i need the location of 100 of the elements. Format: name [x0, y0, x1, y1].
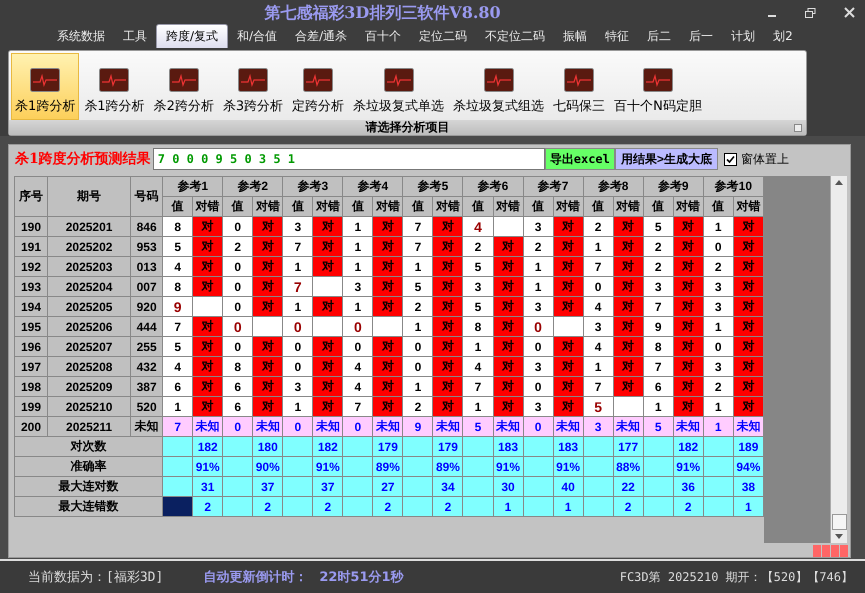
column-header: 对错 [432, 196, 463, 216]
table-cell: 对 [252, 376, 283, 396]
menu-tab[interactable]: 后二 [638, 25, 680, 48]
table-cell: 2 [613, 496, 644, 516]
checkbox[interactable] [724, 152, 737, 166]
table-cell: 2 [372, 496, 403, 516]
table-cell: 5 [462, 256, 493, 276]
table-cell: 8 [222, 356, 253, 376]
table-cell: 0 [222, 416, 253, 436]
table-cell: 1 [282, 296, 313, 316]
export-excel-button[interactable]: 导出excel [544, 148, 615, 170]
expand-icon[interactable] [794, 124, 802, 132]
table-cell: 182 [312, 436, 343, 456]
result-field[interactable]: 7 0 0 0 9 5 0 3 5 1 [152, 148, 545, 170]
table-cell: 3 [282, 376, 313, 396]
menu-tab[interactable]: 工具 [114, 25, 156, 48]
table-cell: 对 [673, 336, 704, 356]
table-cell: 4 [583, 336, 614, 356]
table-cell: 4 [342, 376, 373, 396]
table-cell: 2 [432, 496, 463, 516]
menu-tab[interactable]: 计划 [722, 25, 764, 48]
menu-tab[interactable]: 百十个 [356, 25, 410, 48]
heartbeat-monitor-icon [303, 68, 334, 92]
scrollbar[interactable] [830, 176, 847, 543]
table-cell: 2 [192, 496, 223, 516]
menu-tab[interactable]: 定位二码 [410, 25, 476, 48]
menu-tab[interactable]: 和/合值 [228, 25, 286, 48]
table-cell: 对 [372, 256, 403, 276]
table-cell[interactable] [162, 476, 193, 496]
table-cell: 94% [733, 456, 764, 476]
table-cell: 对 [252, 396, 283, 416]
table-cell: 5 [162, 236, 193, 256]
heartbeat-monitor-icon [484, 68, 514, 92]
heartbeat-monitor-icon [642, 68, 673, 92]
table-cell: 7 [162, 316, 193, 336]
menu-tab[interactable]: 划2 [764, 25, 802, 48]
table-cell: 91% [312, 456, 343, 476]
table-cell: 444 [130, 316, 163, 336]
table-cell: 2 [583, 216, 614, 236]
selected-cell[interactable] [162, 496, 193, 516]
table-cell: 1 [402, 376, 433, 396]
table-cell[interactable] [162, 436, 193, 456]
table-cell: 对 [432, 316, 463, 336]
table-cell: 对 [432, 296, 463, 316]
menu-tab[interactable]: 后一 [680, 25, 722, 48]
table-cell: 6 [162, 376, 193, 396]
result-label: 杀1跨度分析预测结果 [15, 150, 151, 168]
heartbeat-monitor-icon [564, 68, 594, 92]
table-cell: 1 [703, 416, 734, 436]
table-cell: 未知 [130, 416, 163, 436]
ribbon-button[interactable]: 杀2跨分析 [150, 53, 218, 120]
menu-tab[interactable]: 系统数据 [48, 25, 114, 48]
menu-tab[interactable]: 合差/通杀 [286, 25, 356, 48]
table-cell[interactable] [162, 456, 193, 476]
menu-tab[interactable]: 不定位二码 [476, 25, 554, 48]
ribbon-button[interactable]: 杀垃圾复式单选 [349, 53, 448, 120]
column-header: 参考8 [583, 176, 644, 196]
table-cell: 对 [673, 356, 704, 376]
menu-tab[interactable]: 跨度/复式 [156, 24, 228, 48]
generate-button[interactable]: 用结果>生成大底 [614, 148, 718, 170]
table-cell: 对 [613, 336, 644, 356]
close-icon[interactable] [844, 7, 855, 18]
table-cell: 1 [342, 256, 373, 276]
table-cell: 1 [493, 496, 524, 516]
ribbon-button[interactable]: 百十个N码定胆 [610, 53, 706, 120]
scroll-thumb[interactable] [832, 514, 846, 530]
countdown-text: 22时51分1秒 [319, 569, 404, 586]
menu-tab[interactable]: 振幅 [554, 25, 596, 48]
table-cell: 7 [643, 356, 674, 376]
table-cell: 2025207 [48, 336, 131, 356]
table-cell: 未知 [192, 416, 223, 436]
table-cell: 对 [192, 376, 223, 396]
table-cell: 对 [673, 376, 704, 396]
ribbon-button[interactable]: 杀1跨分析 [11, 53, 80, 120]
column-header: 对错 [733, 196, 764, 216]
column-header: 期号 [48, 176, 131, 216]
table-cell: 1 [523, 256, 554, 276]
ribbon-button[interactable]: 杀1跨分析 [80, 53, 149, 120]
table-cell: 对 [493, 316, 524, 336]
ribbon-button[interactable]: 七码保三 [549, 53, 610, 120]
table-cell: 182 [673, 436, 704, 456]
restore-icon[interactable] [805, 8, 816, 18]
table-cell: 91% [493, 456, 524, 476]
table-cell: 953 [130, 236, 163, 256]
table-cell: 对 [673, 236, 704, 256]
ribbon-button[interactable]: 杀垃圾复式组选 [449, 53, 548, 120]
table-cell: 2 [643, 256, 674, 276]
table-cell: 91% [192, 456, 223, 476]
scroll-down-icon[interactable] [835, 534, 843, 539]
table-cell: 对 [192, 316, 223, 336]
menu-tab[interactable]: 特征 [596, 25, 638, 48]
scroll-up-icon[interactable] [835, 180, 843, 185]
ribbon-button[interactable]: 定跨分析 [288, 53, 348, 120]
table-cell: 432 [130, 356, 163, 376]
table-cell: 0 [402, 336, 433, 356]
window-title: 第七感福彩3D排列三软件V8.80 [264, 2, 501, 24]
ribbon-button[interactable]: 杀3跨分析 [218, 53, 288, 120]
table-cell: 5 [462, 296, 493, 316]
table-cell: 4 [342, 356, 373, 376]
table-cell: 38 [733, 476, 764, 496]
